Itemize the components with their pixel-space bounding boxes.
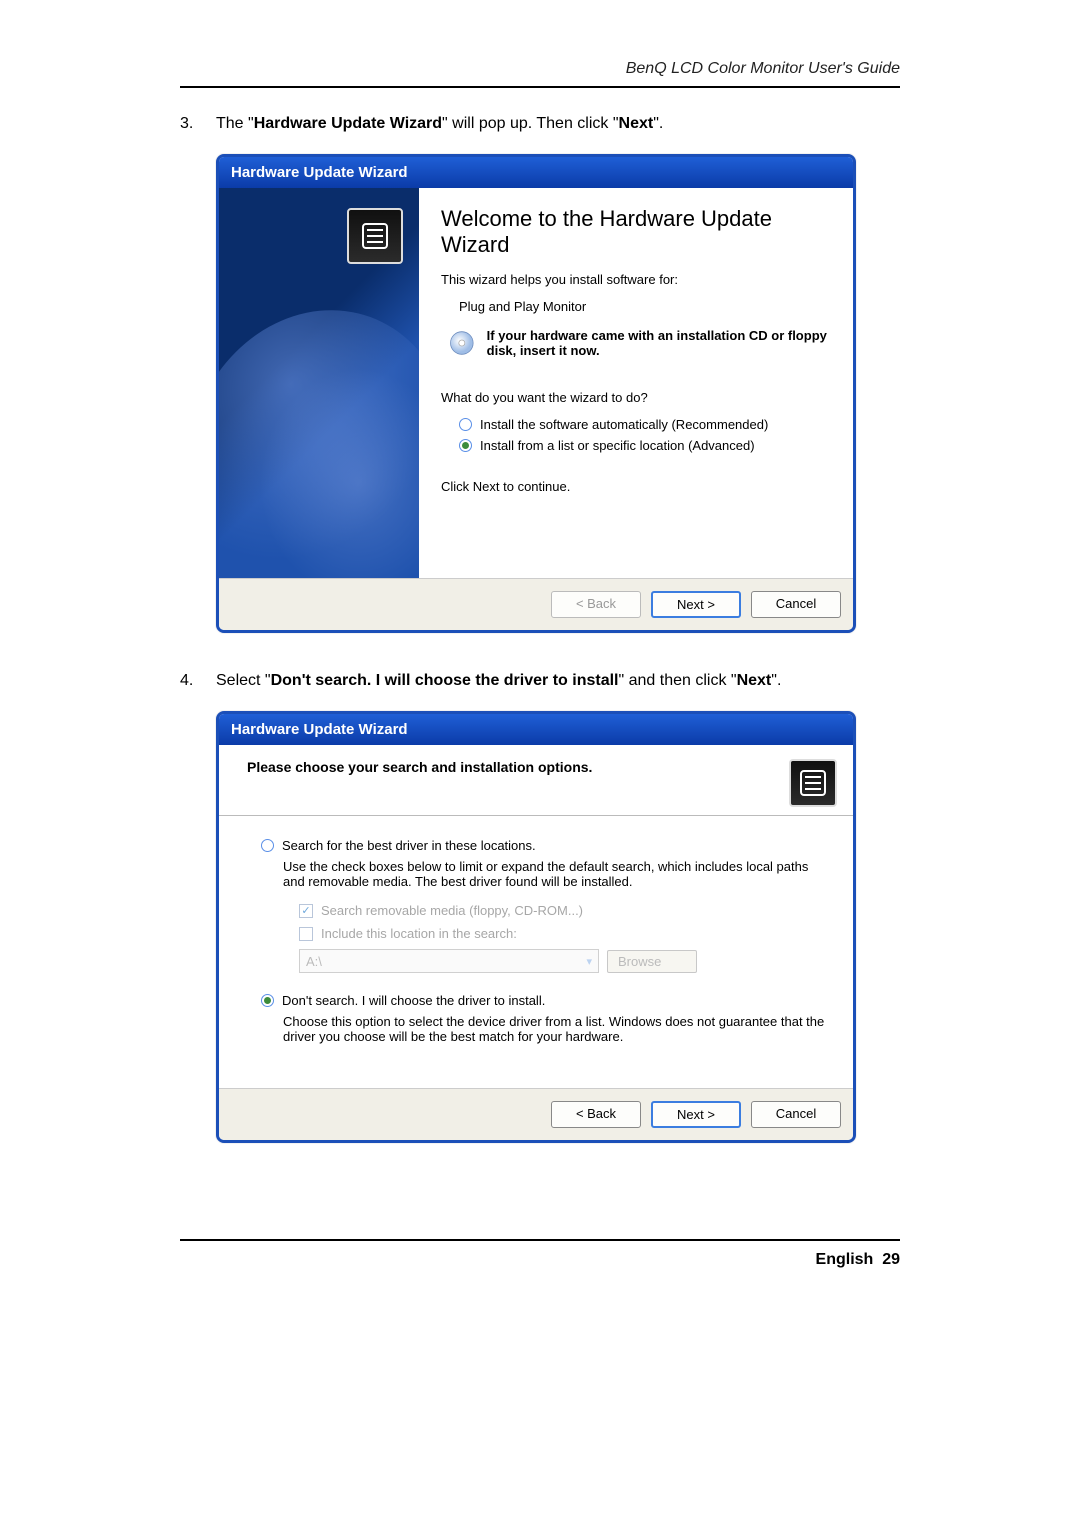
dialog-1-buttons: < Back Next > Cancel [219,578,853,630]
intro-line: This wizard helps you install software f… [441,272,831,287]
wizard-sidebar-image [219,188,419,578]
path-row: A:\ ▾ Browse [261,949,825,973]
hardware-chip-icon [789,759,837,807]
radio-nosearch-label: Don't search. I will choose the driver t… [282,993,545,1008]
radio-advanced[interactable]: Install from a list or specific location… [441,438,831,453]
cd-hint-row: If your hardware came with an installati… [449,326,831,360]
back-button[interactable]: < Back [551,1101,641,1128]
checkbox-icon: ✓ [299,904,313,918]
radio-icon [261,839,274,852]
nosearch-desc: Choose this option to select the device … [261,1014,825,1044]
click-next-line: Click Next to continue. [441,479,831,494]
step-4: 4. Select "Don't search. I will choose t… [180,669,900,693]
dialog-2-body: Search for the best driver in these loca… [219,816,853,1088]
dialog-2: Hardware Update Wizard Please choose you… [216,711,856,1143]
cancel-button[interactable]: Cancel [751,591,841,618]
page-body: BenQ LCD Color Monitor User's Guide 3. T… [0,0,1080,1239]
dialog-2-heading: Please choose your search and installati… [247,759,592,775]
radio-adv-label: Install from a list or specific location… [480,438,755,453]
dialog-1-right: Welcome to the Hardware Update Wizard Th… [419,188,853,578]
back-button: < Back [551,591,641,618]
dialog-1-body: Welcome to the Hardware Update Wizard Th… [219,188,853,578]
welcome-title: Welcome to the Hardware Update Wizard [441,206,831,258]
hardware-chip-icon [347,208,403,264]
browse-button: Browse [607,950,697,973]
checkbox-removable-label: Search removable media (floppy, CD-ROM..… [321,903,583,918]
checkbox-include: Include this location in the search: [261,926,825,941]
step-text: Select "Don't search. I will choose the … [216,669,781,693]
checkbox-icon [299,927,313,941]
step-3: 3. The "Hardware Update Wizard" will pop… [180,112,900,136]
footer: English 29 [0,1251,900,1269]
radio-icon [459,418,472,431]
dialog-2-titlebar: Hardware Update Wizard [219,714,853,745]
device-name: Plug and Play Monitor [441,299,831,314]
footer-page: 29 [882,1251,900,1268]
path-value: A:\ [306,954,322,969]
path-combobox: A:\ ▾ [299,949,599,973]
dialog-2-buttons: < Back Next > Cancel [219,1088,853,1140]
radio-auto-label: Install the software automatically (Reco… [480,417,768,432]
checkbox-include-label: Include this location in the search: [321,926,517,941]
footer-lang: English [816,1251,874,1268]
step-number: 4. [180,669,200,693]
radio-icon-checked [459,439,472,452]
checkbox-removable: ✓ Search removable media (floppy, CD-ROM… [261,903,825,918]
cd-icon [449,326,475,360]
dialog-1: Hardware Update Wizard Welcome to the Ha… [216,154,856,633]
cancel-button[interactable]: Cancel [751,1101,841,1128]
radio-icon-checked [261,994,274,1007]
radio-auto[interactable]: Install the software automatically (Reco… [441,417,831,432]
chevron-down-icon: ▾ [586,955,592,968]
step-number: 3. [180,112,200,136]
dialog-2-header: Please choose your search and installati… [219,745,853,816]
running-header: BenQ LCD Color Monitor User's Guide [180,60,900,88]
dialog-1-wrap: Hardware Update Wizard Welcome to the Ha… [216,154,900,633]
next-button[interactable]: Next > [651,591,741,618]
wizard-question: What do you want the wizard to do? [441,390,831,405]
step-text: The "Hardware Update Wizard" will pop up… [216,112,663,136]
dialog-2-wrap: Hardware Update Wizard Please choose you… [216,711,900,1143]
search-desc: Use the check boxes below to limit or ex… [261,859,825,889]
radio-nosearch[interactable]: Don't search. I will choose the driver t… [261,993,825,1008]
radio-search[interactable]: Search for the best driver in these loca… [261,838,825,853]
footer-rule [180,1239,900,1241]
dialog-1-titlebar: Hardware Update Wizard [219,157,853,188]
radio-search-label: Search for the best driver in these loca… [282,838,536,853]
cd-hint-text: If your hardware came with an installati… [487,328,831,358]
next-button[interactable]: Next > [651,1101,741,1128]
